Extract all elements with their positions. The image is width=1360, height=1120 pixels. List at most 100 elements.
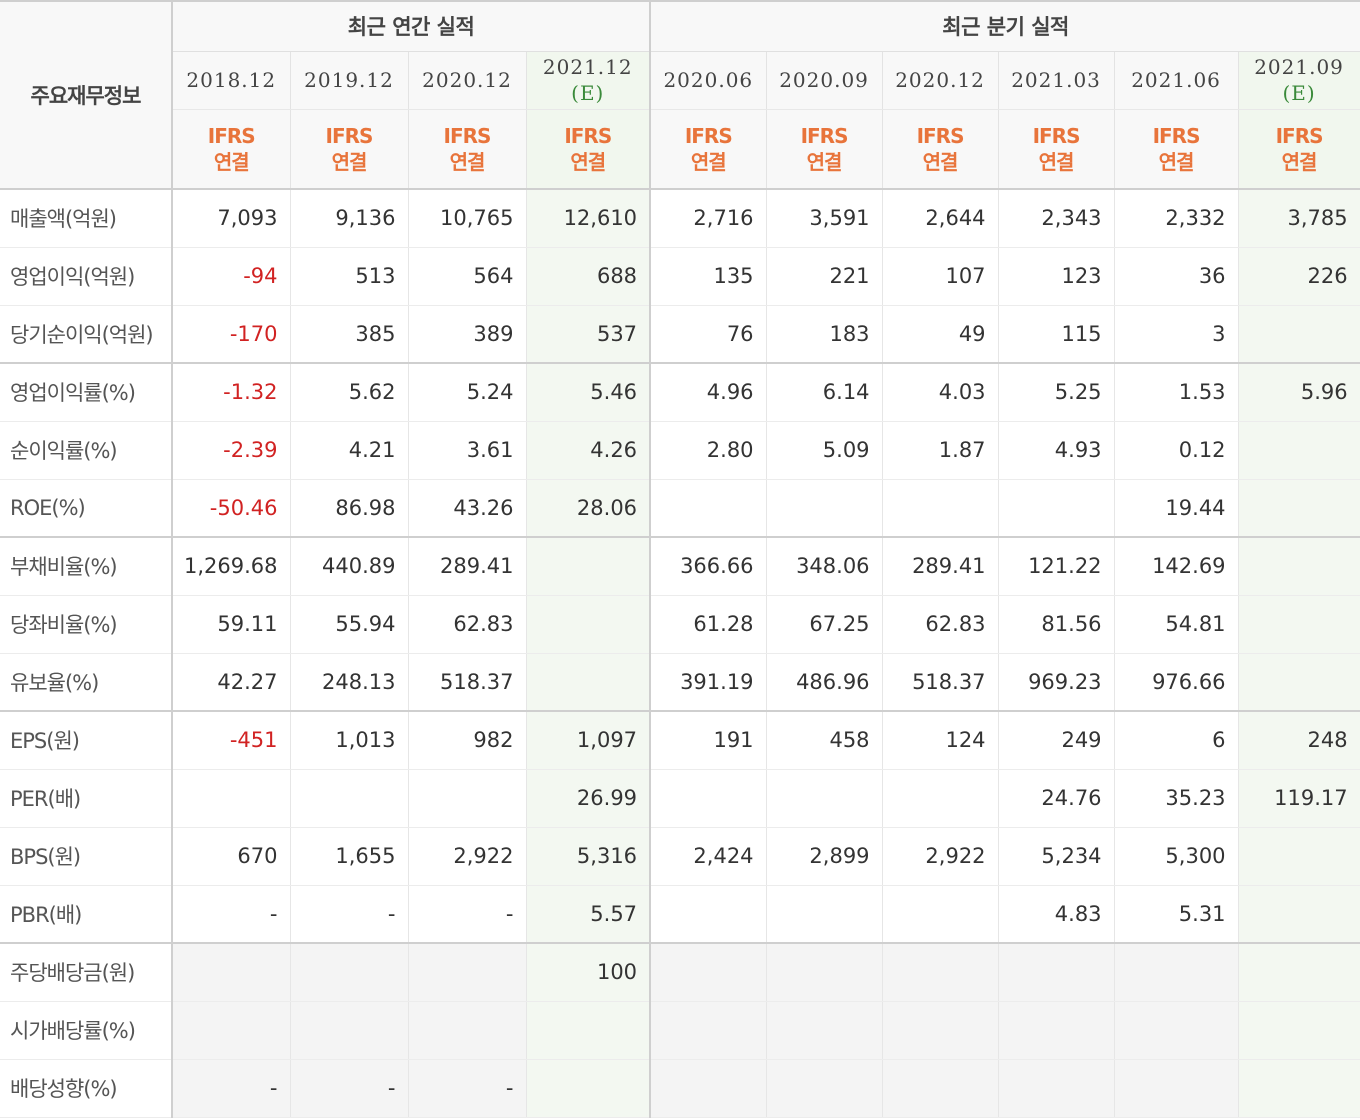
table-row: PBR(배) - - -5.57 4.83 5.31 [0, 885, 1360, 944]
table-cell: 10,765 [408, 189, 527, 248]
table-cell: 248 [1238, 711, 1360, 770]
row-label: ROE(%) [0, 479, 173, 538]
period-date: 2021.09 [1254, 55, 1344, 79]
table-cell: 24.76 [998, 769, 1115, 828]
table-row: 당기순이익(억원) -170 385 389 537 76 183 49 115 3 [0, 305, 1360, 364]
table-cell: - [172, 885, 291, 944]
table-cell: 969.23 [998, 653, 1115, 712]
table-cell: 688 [526, 247, 652, 306]
table-cell: 55.94 [290, 595, 409, 654]
consolidated-label: 연결 [922, 149, 959, 174]
ifrs-label: IFRS [1275, 123, 1324, 148]
row-label: 부채비율(%) [0, 537, 173, 596]
consolidated-label: 연결 [213, 149, 250, 174]
table-cell [766, 943, 883, 1002]
table-row: 주당배당금(원) 100 [0, 943, 1360, 1002]
table-cell: 123 [998, 247, 1115, 306]
quarterly-group-header: 최근 분기 실적 [650, 0, 1360, 52]
table-cell [650, 479, 767, 538]
period-date: 2018.12 [186, 68, 277, 92]
period-date: 2020.12 [422, 68, 512, 92]
table-cell [650, 943, 767, 1002]
table-cell: 7,093 [172, 189, 291, 248]
table-cell: 19.44 [1114, 479, 1239, 538]
table-row: 배당성향(%) - - - [0, 1059, 1360, 1118]
table-cell: - [172, 1059, 291, 1118]
annual-group-header: 최근 연간 실적 [172, 0, 652, 52]
table-cell: 1,655 [290, 827, 409, 886]
table-cell: 2,922 [882, 827, 999, 886]
table-row: PER(배) 26.99 24.76 35.23 119.17 [0, 769, 1360, 828]
table-cell [172, 1001, 291, 1060]
table-cell: 62.83 [882, 595, 999, 654]
ifrs-label: IFRS [684, 123, 733, 148]
period-header-1: 2019.12 [290, 51, 409, 110]
table-cell: 2.80 [650, 421, 767, 480]
table-cell: 61.28 [650, 595, 767, 654]
table-cell: 2,332 [1114, 189, 1239, 248]
period-header-8: 2021.06 [1114, 51, 1239, 110]
table-cell [1238, 1059, 1360, 1118]
table-cell [1238, 653, 1360, 712]
table-cell [998, 479, 1115, 538]
row-label: PBR(배) [0, 885, 173, 944]
table-cell: 81.56 [998, 595, 1115, 654]
table-cell: 389 [408, 305, 527, 364]
table-cell [1238, 421, 1360, 480]
table-cell: 135 [650, 247, 767, 306]
table-cell: 518.37 [408, 653, 527, 712]
table-cell: 4.83 [998, 885, 1115, 944]
table-cell [408, 943, 527, 1002]
period-date: 2021.12 [542, 55, 633, 79]
table-cell: 9,136 [290, 189, 409, 248]
period-header-7: 2021.03 [998, 51, 1115, 110]
table-cell: 5,234 [998, 827, 1115, 886]
table-row: EPS(원) -451 1,013 982 1,097 191 458 124 249 6 248 [0, 711, 1360, 770]
table-cell: 42.27 [172, 653, 291, 712]
table-cell: -2.39 [172, 421, 291, 480]
consolidated-label: 연결 [570, 149, 606, 174]
table-row: 영업이익률(%) -1.32 5.62 5.24 5.46 4.96 6.14 4.03 5.2… [0, 363, 1360, 422]
table-cell [408, 769, 527, 828]
table-cell: 1.53 [1114, 363, 1239, 422]
table-cell [998, 943, 1115, 1002]
table-cell [882, 885, 999, 944]
row-label: PER(배) [0, 769, 173, 828]
table-cell [1238, 1001, 1360, 1060]
table-cell: 5.24 [408, 363, 527, 422]
table-cell [172, 769, 291, 828]
table-cell: 518.37 [882, 653, 999, 712]
row-label: 주당배당금(원) [0, 943, 173, 1002]
ifrs-label: IFRS [916, 123, 965, 148]
table-cell: 1,269.68 [172, 537, 291, 596]
period-header-2: 2020.12 [408, 51, 527, 110]
table-row: 부채비율(%) 1,269.68 440.89 289.41 366.66 348.06 2… [0, 537, 1360, 596]
table-cell: 107 [882, 247, 999, 306]
table-cell [766, 769, 883, 828]
table-cell: 366.66 [650, 537, 767, 596]
table-cell: 100 [526, 943, 652, 1002]
table-cell: 2,424 [650, 827, 767, 886]
table-cell [290, 1001, 409, 1060]
table-cell: 2,343 [998, 189, 1115, 248]
ifrs-label: IFRS [800, 123, 849, 148]
table-cell: 43.26 [408, 479, 527, 538]
table-cell [526, 537, 652, 596]
table-cell: 226 [1238, 247, 1360, 306]
table-cell: 248.13 [290, 653, 409, 712]
estimate-marker: (E) [571, 81, 605, 105]
table-cell: 86.98 [290, 479, 409, 538]
table-cell: 537 [526, 305, 652, 364]
table-cell: 348.06 [766, 537, 883, 596]
table-cell: 49 [882, 305, 999, 364]
table-cell: 5.25 [998, 363, 1115, 422]
ifrs-basis-0: IFRS 연결 [172, 109, 291, 190]
consolidated-label: 연결 [1281, 149, 1318, 174]
table-cell [1238, 305, 1360, 364]
table-cell: 28.06 [526, 479, 652, 538]
table-cell: 4.21 [290, 421, 409, 480]
row-label: 배당성향(%) [0, 1059, 173, 1118]
table-cell: -94 [172, 247, 291, 306]
table-cell: 3 [1114, 305, 1239, 364]
period-date: 2021.03 [1011, 68, 1101, 92]
